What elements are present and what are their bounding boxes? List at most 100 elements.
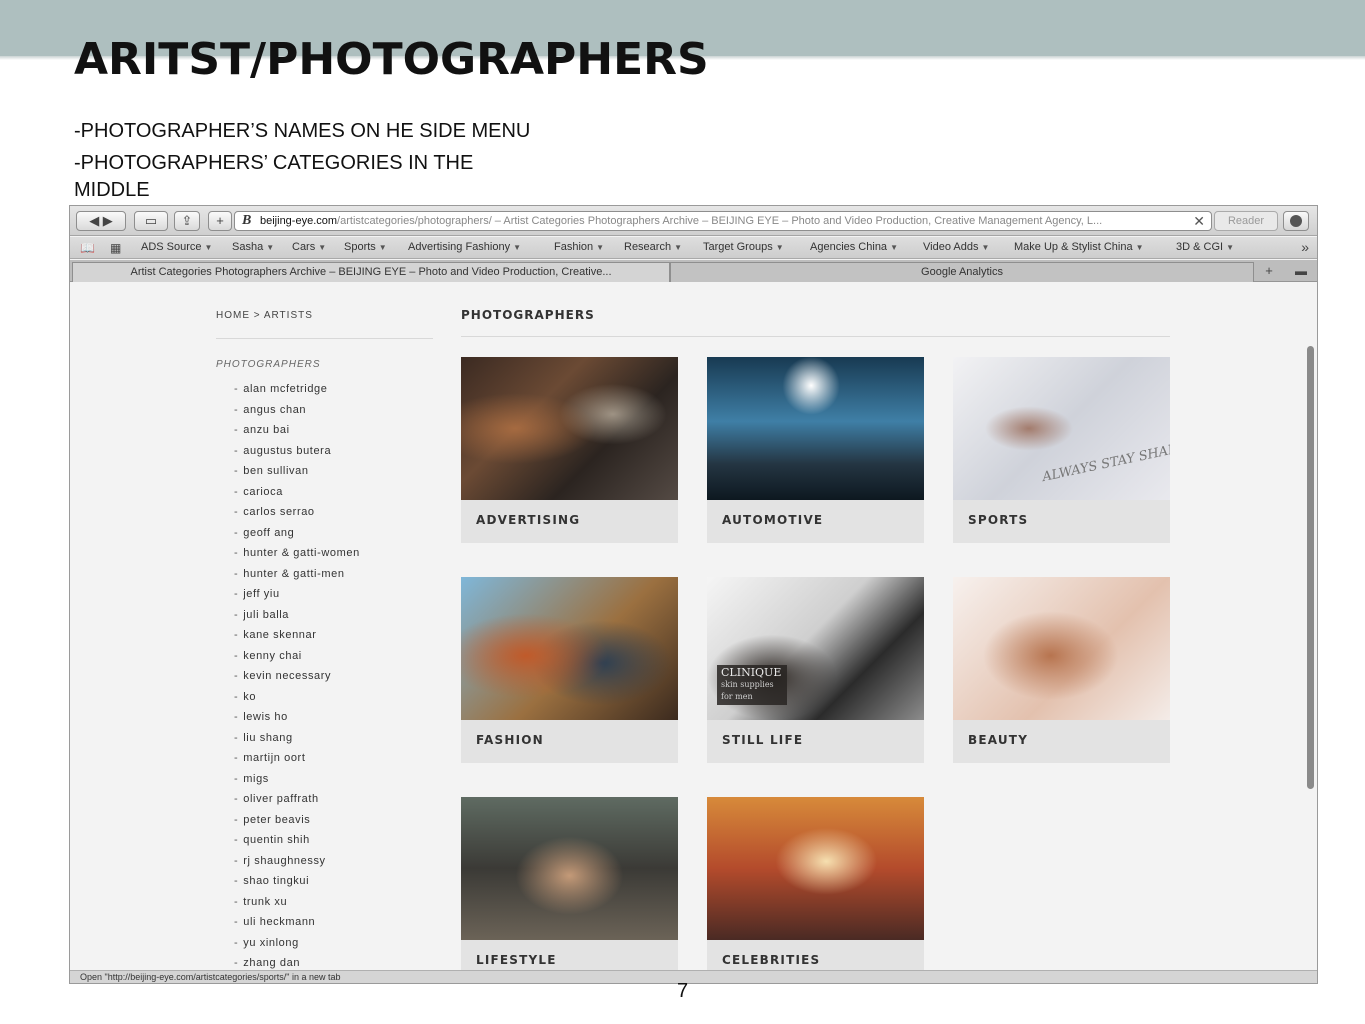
chevron-down-icon: ▼ (266, 243, 275, 252)
photographer-link[interactable]: - hunter & gatti-men (234, 567, 360, 588)
photographer-name: hunter & gatti-men (243, 567, 345, 580)
plus-icon: + (216, 213, 224, 228)
photographer-name: anzu bai (243, 424, 290, 436)
photographer-link[interactable]: - uli heckmann (234, 915, 360, 936)
add-bookmark-button[interactable]: + (208, 211, 232, 231)
sidebar-toggle-button[interactable]: ▭ (134, 211, 168, 231)
photographer-link[interactable]: - oliver paffrath (234, 792, 360, 813)
bookmark-advertising-fashiony[interactable]: Advertising Fashiony ▼ (408, 241, 521, 253)
bookmark-sasha[interactable]: Sasha ▼ (232, 241, 274, 253)
slide-title: ARITST/PHOTOGRAPHERS (74, 34, 709, 85)
photographer-link[interactable]: - quentin shih (234, 833, 360, 854)
photographer-link[interactable]: - shao tingkui (234, 874, 360, 895)
more-bookmarks-icon[interactable]: » (1301, 239, 1309, 255)
share-icon: ⇪ (181, 213, 193, 228)
photographer-name: kenny chai (243, 649, 302, 662)
category-card-lifestyle[interactable]: LIFESTYLE (461, 797, 678, 983)
list-dash: - (234, 936, 239, 949)
photographer-link[interactable]: - carioca (234, 485, 360, 506)
category-card-still-life[interactable]: CLINIQUE skin supplies for men STILL LIF… (707, 577, 924, 763)
bookmark-sports[interactable]: Sports ▼ (344, 241, 387, 253)
web-page: HOME > ARTISTS PHOTOGRAPHERS - alan mcfet… (70, 283, 1317, 983)
downloads-button[interactable] (1283, 211, 1309, 231)
photographer-link[interactable]: - ben sullivan (234, 464, 360, 485)
list-dash: - (234, 813, 239, 826)
bookmark-cars[interactable]: Cars ▼ (292, 241, 326, 253)
book-icon[interactable]: 📖 (80, 241, 95, 255)
slide-page-number: 7 (676, 980, 689, 1002)
photographer-link[interactable]: - ko (234, 690, 360, 711)
category-card-sports[interactable]: ALWAYS STAY SHARP SPORTS (953, 357, 1170, 543)
list-dash: - (234, 895, 239, 908)
photographer-link[interactable]: - liu shang (234, 731, 360, 752)
list-dash: - (234, 567, 239, 580)
bookmark-3d-cgi[interactable]: 3D & CGI ▼ (1176, 241, 1234, 253)
category-label: SPORTS (968, 513, 1029, 527)
photographer-link[interactable]: - martijn oort (234, 751, 360, 772)
category-card-automotive[interactable]: AUTOMOTIVE (707, 357, 924, 543)
chevron-down-icon: ▼ (1226, 243, 1234, 252)
url-path: /artistcategories/photographers/ – Artis… (337, 215, 1103, 227)
category-card-fashion[interactable]: FASHION (461, 577, 678, 763)
photographer-link[interactable]: - angus chan (234, 403, 360, 424)
category-label: LIFESTYLE (476, 953, 557, 967)
category-label: AUTOMOTIVE (722, 513, 824, 527)
grid-icon[interactable]: ▦ (110, 241, 121, 255)
bookmark-research[interactable]: Research ▼ (624, 241, 682, 253)
chevron-down-icon: ▼ (674, 243, 682, 252)
category-card-celebrities[interactable]: CELEBRITIES (707, 797, 924, 983)
photographer-link[interactable]: - rj shaughnessy (234, 854, 360, 875)
photographer-name: rj shaughnessy (243, 854, 326, 867)
breadcrumb[interactable]: HOME > ARTISTS (216, 310, 313, 321)
url-host: beijing-eye.com (260, 215, 338, 227)
bookmark-fashion[interactable]: Fashion ▼ (554, 241, 604, 253)
list-dash: - (234, 649, 239, 662)
photographer-link[interactable]: - augustus butera (234, 444, 360, 465)
list-dash: - (234, 588, 239, 600)
back-forward-button[interactable]: ◀ ▶ (76, 211, 126, 231)
bookmark-target-groups[interactable]: Target Groups ▼ (703, 241, 784, 253)
sports-image-slogan: ALWAYS STAY SHARP (1041, 439, 1170, 486)
category-card-beauty[interactable]: BEAUTY (953, 577, 1170, 763)
category-card-advertising[interactable]: ADVERTISING (461, 357, 678, 543)
photographer-link[interactable]: - peter beavis (234, 813, 360, 834)
photographer-link[interactable]: - hunter & gatti-women (234, 546, 360, 567)
still-life-brand: CLINIQUE (721, 666, 782, 679)
bookmark-agencies-china[interactable]: Agencies China ▼ (810, 241, 898, 253)
photographer-name: juli balla (243, 608, 290, 621)
photographer-link[interactable]: - carlos serrao (234, 505, 360, 526)
bookmark-make-up-stylist-china[interactable]: Make Up & Stylist China ▼ (1014, 241, 1144, 253)
photographer-link[interactable]: - kane skennar (234, 628, 360, 649)
photographer-name: quentin shih (243, 834, 310, 846)
photographer-name: carioca (243, 485, 283, 498)
tab-artist-categories[interactable]: Artist Categories Photographers Archive … (72, 262, 670, 282)
tab-overview-icon[interactable]: ▬ (1288, 263, 1314, 281)
photographer-link[interactable]: - alan mcfetridge (234, 382, 360, 403)
stop-icon[interactable]: ✕ (1193, 212, 1205, 230)
photographer-name: ben sullivan (243, 465, 309, 477)
photographer-link[interactable]: - yu xinlong (234, 936, 360, 957)
scrollbar-thumb[interactable] (1307, 346, 1314, 789)
reader-button[interactable]: Reader (1214, 211, 1278, 231)
photographer-link[interactable]: - kenny chai (234, 649, 360, 670)
photographer-link[interactable]: - anzu bai (234, 423, 360, 444)
photographer-link[interactable]: - kevin necessary (234, 669, 360, 690)
photographer-link[interactable]: - jeff yiu (234, 587, 360, 608)
photographer-link[interactable]: - juli balla (234, 608, 360, 629)
new-tab-icon[interactable]: + (1256, 263, 1282, 281)
photographer-link[interactable]: - migs (234, 772, 360, 793)
photographer-link[interactable]: - geoff ang (234, 526, 360, 547)
list-dash: - (234, 506, 239, 518)
photographer-name: uli heckmann (243, 916, 316, 928)
share-button[interactable]: ⇪ (174, 211, 200, 231)
tab-google-analytics[interactable]: Google Analytics (670, 262, 1254, 282)
photographer-link[interactable]: - lewis ho (234, 710, 360, 731)
site-favicon-icon: B (242, 213, 252, 228)
bookmark-ads-source[interactable]: ADS Source ▼ (141, 241, 212, 253)
photographer-link[interactable]: - trunk xu (234, 895, 360, 916)
category-label: BEAUTY (968, 733, 1029, 747)
bookmark-video-adds[interactable]: Video Adds ▼ (923, 241, 989, 253)
beauty-image (953, 577, 1170, 720)
list-dash: - (234, 854, 239, 867)
address-bar[interactable]: B beijing-eye.com/artistcategories/photo… (234, 211, 1212, 231)
